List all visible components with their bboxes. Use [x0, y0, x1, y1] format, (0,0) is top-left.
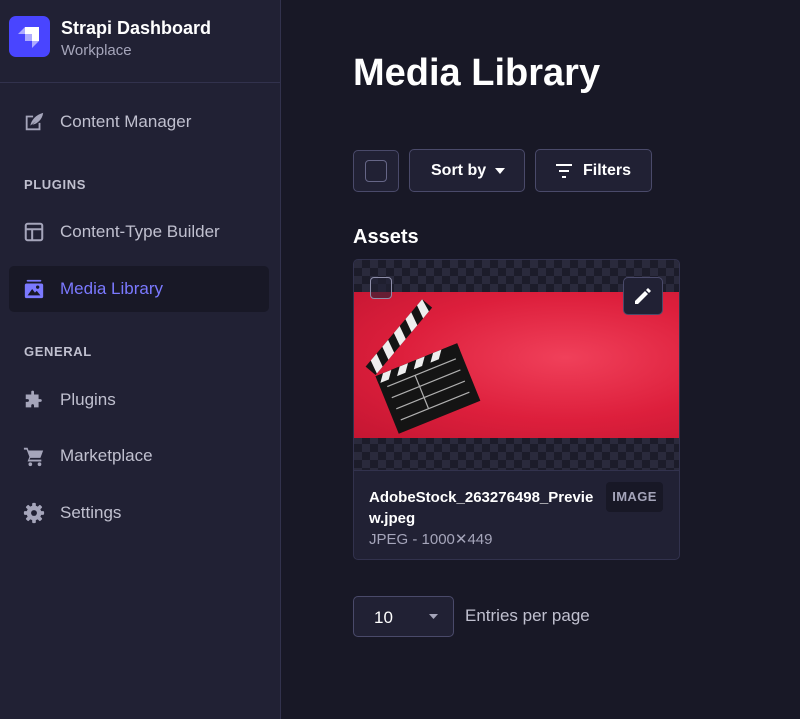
asset-card[interactable]: AdobeStock_263276498_Preview.jpeg JPEG -… [353, 259, 680, 560]
image-icon [24, 279, 44, 299]
cart-icon [23, 447, 44, 467]
asset-type-badge: IMAGE [606, 482, 663, 512]
sidebar-item-label: Plugins [60, 390, 116, 409]
sidebar-item-content-type-builder[interactable]: Content-Type Builder [9, 209, 269, 255]
filters-button[interactable]: Filters [535, 149, 652, 192]
sidebar-item-label: Marketplace [60, 446, 153, 465]
sidebar-item-media-library[interactable]: Media Library [9, 266, 269, 312]
sidebar-item-label: Media Library [60, 279, 163, 298]
pencil-icon [635, 288, 651, 304]
page-size-select[interactable]: 10 [353, 596, 454, 637]
feather-icon [25, 112, 44, 131]
checkbox-box [365, 160, 387, 182]
sidebar-item-label: Settings [60, 503, 122, 522]
section-label-plugins: PLUGINS [24, 177, 86, 192]
strapi-logo-icon[interactable] [9, 16, 50, 57]
caret-down-icon [429, 614, 438, 619]
asset-file-name: AdobeStock_263276498_Preview.jpeg [369, 489, 594, 527]
page-title: Media Library [353, 52, 601, 94]
sidebar-item-settings[interactable]: Settings [9, 490, 269, 536]
sidebar: Strapi Dashboard Workplace Content Manag… [0, 0, 281, 719]
filter-icon [556, 164, 572, 178]
entries-per-page-label: Entries per page [465, 606, 590, 625]
page-size-value: 10 [374, 608, 393, 627]
gear-icon [23, 502, 45, 524]
caret-down-icon [495, 168, 505, 174]
sidebar-item-marketplace[interactable]: Marketplace [9, 433, 269, 479]
select-all-checkbox[interactable] [353, 150, 399, 192]
sidebar-item-label: Content-Type Builder [60, 222, 220, 241]
brand-subtitle: Workplace [61, 42, 132, 59]
puzzle-icon [25, 390, 42, 408]
sidebar-item-label: Content Manager [60, 112, 192, 131]
brand-header: Strapi Dashboard Workplace [0, 0, 280, 83]
asset-select-checkbox[interactable] [370, 277, 392, 299]
sort-by-button[interactable]: Sort by [409, 149, 525, 192]
sort-by-label: Sort by [431, 162, 487, 179]
asset-file-meta: JPEG - 1000✕449 [369, 531, 493, 548]
sidebar-item-content-manager[interactable]: Content Manager [9, 99, 269, 145]
assets-heading: Assets [353, 226, 419, 248]
layout-icon [24, 222, 44, 242]
filters-label: Filters [583, 162, 632, 179]
sidebar-item-plugins[interactable]: Plugins [9, 377, 269, 423]
asset-thumbnail[interactable] [354, 260, 679, 471]
section-label-general: GENERAL [24, 344, 92, 359]
edit-asset-button[interactable] [623, 277, 663, 315]
brand-title: Strapi Dashboard [61, 18, 212, 38]
